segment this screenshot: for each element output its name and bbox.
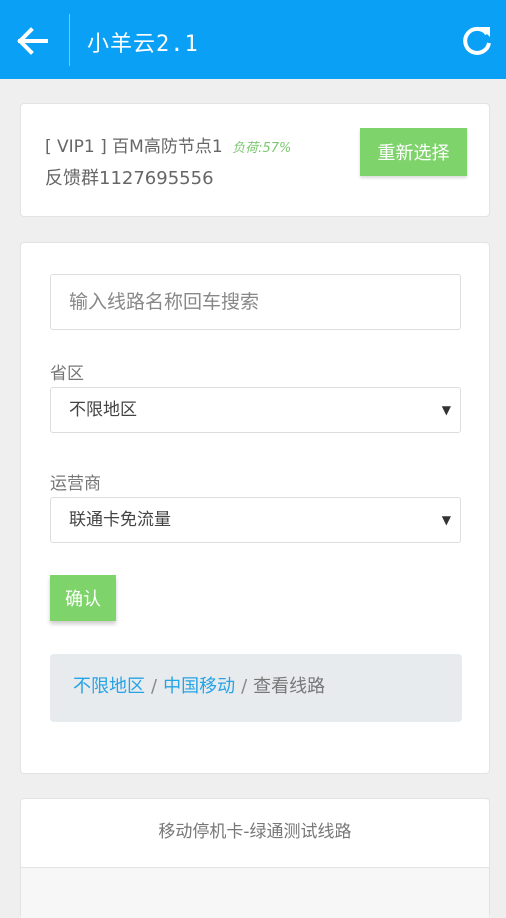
list-title: 移动停机卡-绿通测试线路	[21, 799, 489, 868]
province-value: 不限地区	[69, 400, 137, 420]
breadcrumb-carrier-link[interactable]: 中国移动	[163, 676, 235, 697]
carrier-label: 运营商	[50, 474, 101, 494]
arrow-left-icon	[17, 27, 48, 55]
feedback-group: 反馈群1127695556	[45, 168, 214, 189]
province-label: 省区	[50, 364, 84, 384]
app-title: 小羊云2.1	[87, 32, 199, 57]
confirm-button[interactable]: 确认	[50, 575, 116, 621]
top-app-bar: 小羊云2.1	[0, 0, 506, 79]
node-info-card: [ VIP1 ] 百M高防节点1 负荷:57% 反馈群1127695556 重新…	[20, 103, 490, 217]
refresh-button[interactable]	[460, 24, 494, 58]
breadcrumb-current: 查看线路	[253, 676, 326, 697]
breadcrumb-separator: /	[151, 676, 158, 697]
carrier-value: 联通卡免流量	[69, 510, 171, 530]
dropdown-arrow-icon: ▼	[441, 513, 451, 527]
breadcrumb-separator: /	[241, 676, 248, 697]
breadcrumb: 不限地区 / 中国移动 / 查看线路	[50, 654, 462, 722]
filter-card: 输入线路名称回车搜索 省区 不限地区 ▼ 运营商 联通卡免流量 ▼ 确认 不限地…	[20, 242, 490, 774]
back-button[interactable]	[14, 22, 52, 60]
line-list-card: 移动停机卡-绿通测试线路	[20, 798, 490, 918]
breadcrumb-region-link[interactable]: 不限地区	[73, 676, 145, 697]
search-input[interactable]: 输入线路名称回车搜索	[50, 274, 461, 330]
node-name: [ VIP1 ] 百M高防节点1	[45, 137, 223, 157]
province-select[interactable]: 不限地区 ▼	[50, 387, 461, 433]
reselect-button[interactable]: 重新选择	[360, 128, 467, 176]
load-indicator: 负荷:57%	[232, 141, 292, 156]
node-line: [ VIP1 ] 百M高防节点1 负荷:57%	[45, 132, 291, 157]
refresh-icon	[463, 26, 491, 55]
list-item[interactable]	[21, 868, 489, 918]
dropdown-arrow-icon: ▼	[441, 403, 451, 417]
carrier-select[interactable]: 联通卡免流量 ▼	[50, 497, 461, 543]
header-divider	[69, 14, 70, 66]
